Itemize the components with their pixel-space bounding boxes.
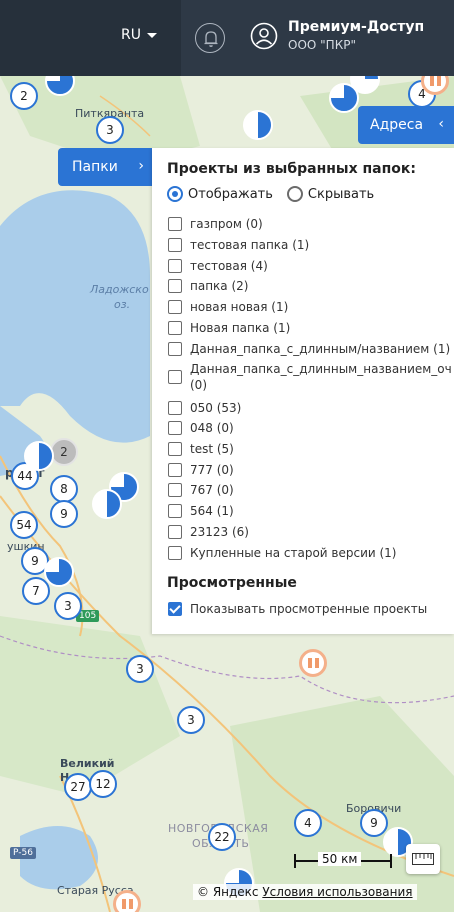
radio-show[interactable] (167, 186, 183, 202)
addresses-tab[interactable]: Адреса ‹ (358, 106, 454, 144)
folder-item[interactable]: test (5) (168, 441, 234, 457)
project-cluster[interactable]: 12 (89, 770, 117, 798)
folder-checkbox[interactable] (168, 401, 182, 415)
project-cluster[interactable]: 4 (294, 809, 322, 837)
project-cluster[interactable]: 3 (126, 655, 154, 683)
folder-checkbox[interactable] (168, 504, 182, 518)
project-cluster[interactable]: 7 (22, 577, 50, 605)
scale-label: 50 км (318, 852, 362, 866)
folders-tab-label: Папки (72, 159, 118, 175)
account-org: ООО "ПКР" (288, 38, 356, 52)
folder-checkbox[interactable] (168, 442, 182, 456)
folder-checkbox[interactable] (168, 525, 182, 539)
folder-item[interactable]: Купленные на старой версии (1) (168, 545, 397, 561)
radio-show-label[interactable]: Отображать (188, 187, 273, 202)
project-cluster[interactable]: 8 (50, 475, 78, 503)
paused-project-marker[interactable] (113, 890, 141, 912)
account-plan[interactable]: Премиум-Доступ (288, 19, 424, 35)
folder-checkbox[interactable] (168, 259, 182, 273)
folder-item[interactable]: Данная_папка_с_длинным/названием (1) (168, 341, 450, 357)
project-cluster[interactable]: 22 (208, 823, 236, 851)
folder-checkbox[interactable] (168, 370, 182, 384)
lake-label: оз. (114, 298, 131, 311)
folder-item[interactable]: тестовая папка (1) (168, 237, 309, 253)
city-label: Великий (60, 757, 115, 770)
folder-checkbox[interactable] (168, 483, 182, 497)
map-scale: 50 км (294, 851, 392, 871)
folder-item[interactable]: Данная_папка_с_длинным_названием_оч (0) (168, 361, 454, 393)
user-avatar-icon[interactable] (250, 22, 278, 50)
radio-hide-label[interactable]: Скрывать (308, 187, 374, 202)
project-marker[interactable] (24, 441, 54, 471)
map-attribution: © Яндекс Условия использования (193, 884, 417, 900)
project-cluster[interactable]: 3 (54, 592, 82, 620)
chevron-left-icon: ‹ (438, 116, 444, 132)
project-marker[interactable] (44, 557, 74, 587)
language-label: RU (121, 27, 141, 43)
paused-project-marker[interactable] (299, 649, 327, 677)
chevron-right-icon: › (138, 158, 144, 174)
project-cluster[interactable]: 27 (64, 773, 92, 801)
show-viewed-toggle[interactable]: Показывать просмотренные проекты (168, 601, 427, 617)
project-cluster[interactable]: 3 (96, 116, 124, 144)
project-cluster[interactable]: 54 (10, 511, 38, 539)
folder-item[interactable]: 564 (1) (168, 503, 234, 519)
folder-item[interactable]: 23123 (6) (168, 524, 249, 540)
folder-item[interactable]: 767 (0) (168, 482, 234, 498)
copyright-text: © Яндекс (197, 885, 259, 899)
project-cluster[interactable]: 3 (177, 706, 205, 734)
folders-panel: Проекты из выбранных папок: Отображать С… (152, 148, 454, 634)
folder-checkbox[interactable] (168, 279, 182, 293)
folder-item[interactable]: папка (2) (168, 278, 248, 294)
ruler-icon[interactable] (406, 844, 440, 874)
project-cluster[interactable]: 2 (10, 82, 38, 110)
project-cluster[interactable]: 9 (360, 809, 388, 837)
folder-checkbox[interactable] (168, 321, 182, 335)
addresses-tab-label: Адреса (370, 117, 424, 133)
folder-checkbox[interactable] (168, 217, 182, 231)
folder-checkbox[interactable] (168, 463, 182, 477)
folder-item[interactable]: Новая папка (1) (168, 320, 290, 336)
project-marker[interactable] (243, 110, 273, 140)
folders-tab[interactable]: Папки › (58, 148, 152, 186)
project-cluster[interactable]: 2 (50, 438, 78, 466)
road-number: P-56 (10, 847, 36, 859)
folder-item[interactable]: 777 (0) (168, 462, 234, 478)
terms-link[interactable]: Условия использования (262, 885, 412, 899)
panel-title: Проекты из выбранных папок: (167, 161, 417, 177)
bell-icon[interactable] (195, 23, 225, 53)
radio-hide[interactable] (286, 186, 303, 202)
folder-item[interactable]: 050 (53) (168, 400, 241, 416)
language-select[interactable]: RU (121, 27, 157, 43)
project-marker[interactable] (92, 489, 122, 519)
folder-checkbox[interactable] (168, 238, 182, 252)
visibility-radio-group: Отображать Скрывать (167, 186, 374, 202)
folder-checkbox[interactable] (168, 546, 182, 560)
folder-count: (0) (190, 378, 207, 392)
folder-item[interactable]: газпром (0) (168, 216, 263, 232)
folder-checkbox[interactable] (168, 300, 182, 314)
viewed-section-title: Просмотренные (167, 575, 297, 591)
show-viewed-checkbox[interactable] (168, 602, 182, 616)
folder-name: Данная_папка_с_длинным_названием_оч (190, 362, 452, 376)
top-bar: RU Премиум-Доступ ООО "ПКР" (0, 0, 454, 76)
lake-label: Ладожско (90, 283, 149, 296)
folder-checkbox[interactable] (168, 342, 182, 356)
folder-item[interactable]: 048 (0) (168, 420, 234, 436)
folder-item[interactable]: новая новая (1) (168, 299, 288, 315)
project-cluster[interactable]: 9 (50, 500, 78, 528)
folder-item[interactable]: тестовая (4) (168, 258, 268, 274)
chevron-down-icon (146, 32, 157, 38)
folder-checkbox[interactable] (168, 421, 182, 435)
